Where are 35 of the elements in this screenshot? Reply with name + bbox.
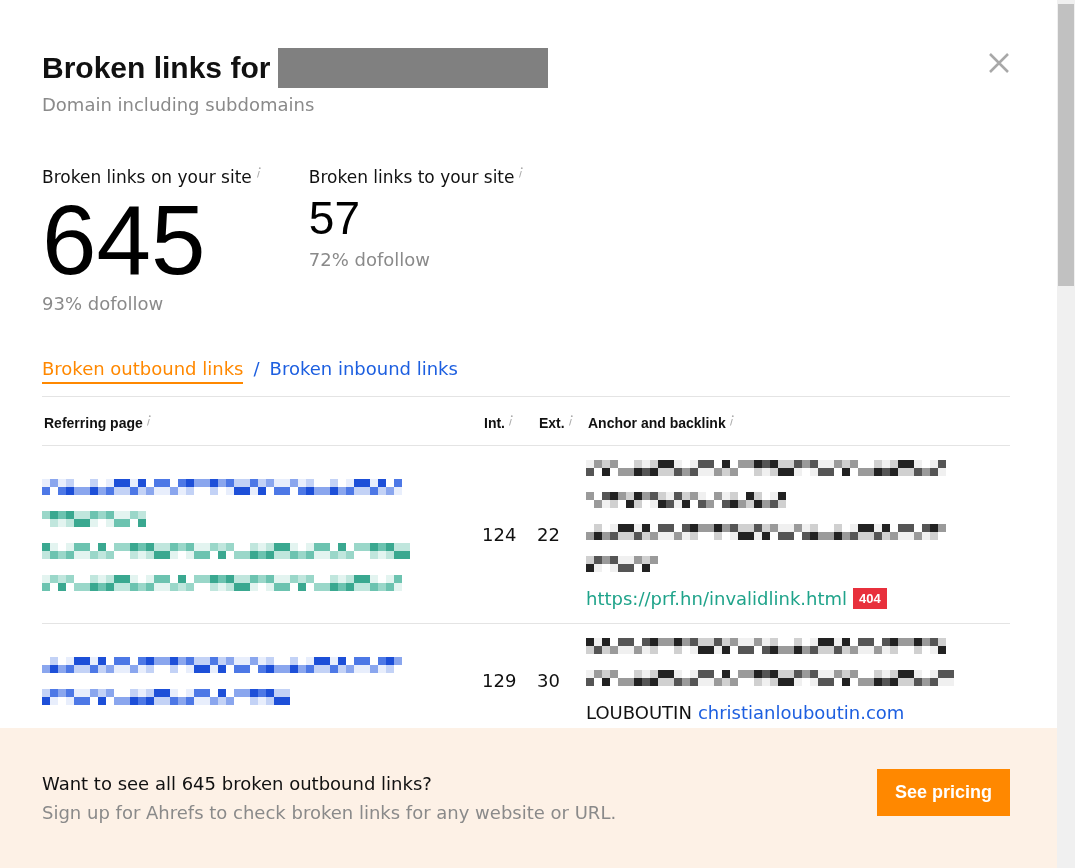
tab[interactable]: Broken outbound links [42, 358, 244, 384]
stat-label: Broken links on your site [42, 167, 252, 187]
subtitle: Domain including subdomains [42, 94, 316, 115]
scrollbar-thumb[interactable] [1058, 4, 1074, 286]
table-cell: 129 [482, 670, 517, 691]
info-icon [728, 415, 734, 426]
info-icon [508, 415, 513, 426]
table-cell: 124 [482, 524, 517, 545]
anchor-text: LOUBOUTIN [586, 702, 692, 723]
info-icon [567, 415, 573, 426]
pixelated-text [586, 556, 658, 572]
info-icon [518, 167, 524, 178]
stat-value: 57 [308, 191, 361, 246]
column-header: Referring page [44, 415, 143, 431]
table-cell: 22 [537, 524, 560, 545]
tab[interactable]: Broken inbound links [269, 358, 458, 384]
info-icon [145, 415, 151, 426]
backlink[interactable]: https://prf.hn/invalidlink.html [586, 588, 848, 609]
footer-text: Sign up for Ahrefs to check broken links for any website or URL. [42, 802, 617, 823]
pricing-button[interactable]: See pricing [876, 768, 1010, 816]
column-header: Int. [484, 415, 505, 431]
column-header: Ext. [539, 415, 565, 431]
close-icon[interactable] [988, 52, 1010, 74]
status-badge: 404 [853, 588, 887, 609]
column-header: Anchor and backlink [588, 415, 726, 431]
table-cell: 30 [537, 670, 560, 691]
footer-headline: Want to see all 645 broken outbound links? [42, 773, 433, 794]
stat-label: Broken links to your site [308, 167, 515, 187]
backlink[interactable]: christianlouboutin.com [697, 702, 905, 723]
stat-note: 93% dofollow [42, 293, 165, 314]
stat-note: 72% dofollow [308, 249, 432, 270]
stat-value: 645 [42, 187, 206, 293]
tab-separator: / [253, 358, 260, 379]
dialog-title: Broken links for [42, 51, 271, 85]
info-icon [255, 167, 261, 178]
